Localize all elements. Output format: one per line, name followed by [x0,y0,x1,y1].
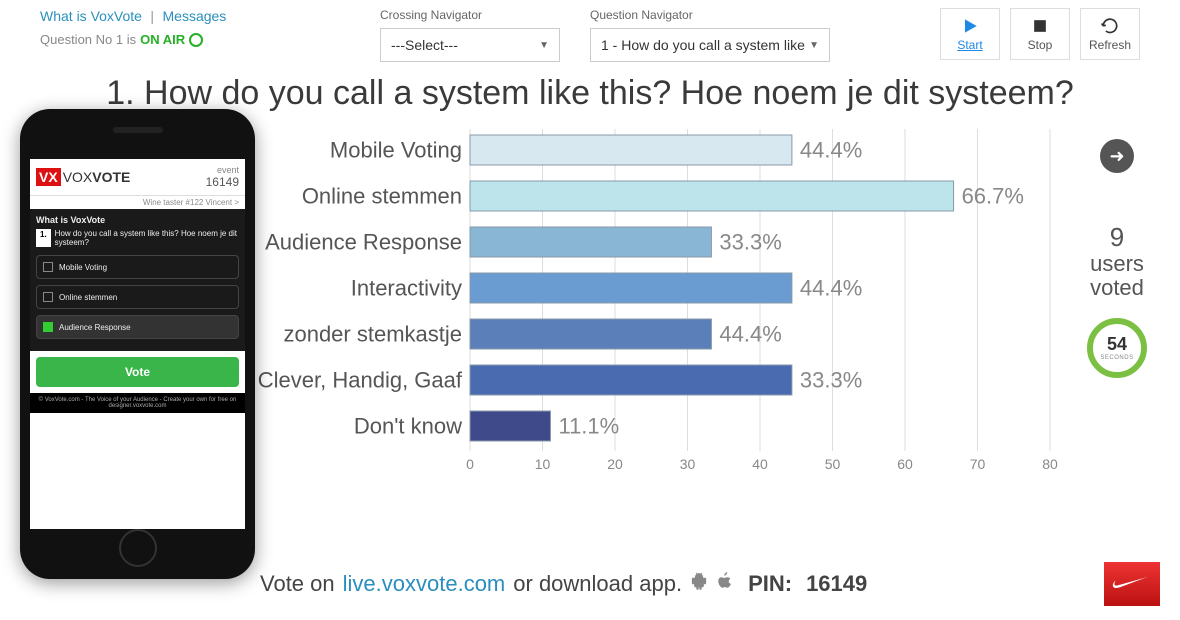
stop-button[interactable]: Stop [1010,8,1070,60]
svg-text:Interactivity: Interactivity [351,276,462,301]
arrow-right-icon: ➜ [1109,146,1124,167]
onair-indicator-icon [189,33,203,47]
pin-label: PIN: [748,571,792,597]
svg-text:44.4%: 44.4% [800,138,862,163]
svg-text:10: 10 [535,456,551,472]
svg-text:20: 20 [607,456,623,472]
phone-question-num: 1. [36,229,51,247]
phone-logo: VXVOXVOTE [36,169,130,185]
svg-text:44.4%: 44.4% [719,322,781,347]
phone-event: event 16149 [206,165,239,189]
svg-text:30: 30 [680,456,696,472]
question-navigator-value: 1 - How do you call a system like [601,37,805,53]
svg-text:11.1%: 11.1% [558,414,619,439]
svg-text:Don't know: Don't know [354,414,462,439]
link-messages[interactable]: Messages [163,8,227,24]
users-count: 9 [1072,223,1162,252]
refresh-icon [1100,16,1120,36]
checkbox-checked-icon [43,322,53,332]
phone-event-label: event [206,165,239,175]
logo-vx: VX [36,168,61,186]
logo-vote: VOTE [92,169,130,185]
next-arrow-button[interactable]: ➜ [1100,139,1134,173]
logo-vox: VOX [63,169,93,185]
phone-question-text: How do you call a system like this? Hoe … [55,229,239,247]
svg-text:Online stemmen: Online stemmen [302,184,462,209]
checkbox-icon [43,262,53,272]
crossing-navigator-select[interactable]: ---Select--- [380,28,560,62]
phone-event-id: 16149 [206,175,239,189]
seconds-label: SECONDS [1100,355,1133,361]
crossing-navigator-label: Crossing Navigator [380,8,560,22]
phone-option-label: Mobile Voting [59,263,107,272]
question-title: 1. How do you call a system like this? H… [0,74,1180,113]
footer-vote-on: Vote on [260,571,335,597]
pin-value: 16149 [806,571,867,597]
svg-text:Clever, Handig, Gaaf: Clever, Handig, Gaaf [258,368,463,393]
svg-text:70: 70 [970,456,986,472]
phone-option: Mobile Voting [36,255,239,279]
stop-icon [1030,16,1050,36]
svg-text:40: 40 [752,456,768,472]
phone-vote-button: Vote [36,357,239,387]
refresh-label: Refresh [1089,38,1131,52]
phone-option: Online stemmen [36,285,239,309]
phone-option-selected: Audience Response [36,315,239,339]
phone-section-title: What is VoxVote [36,215,239,225]
svg-text:Mobile Voting: Mobile Voting [330,138,462,163]
svg-text:33.3%: 33.3% [719,230,781,255]
apple-icon [716,571,734,597]
svg-text:66.7%: 66.7% [962,184,1024,209]
phone-footer: © VoxVote.com - The Voice of your Audien… [30,393,245,413]
phone-subline: Wine taster #122 Vincent > [30,196,245,209]
svg-text:Audience Response: Audience Response [265,230,462,255]
nike-swoosh-icon [1112,574,1152,594]
footer-url[interactable]: live.voxvote.com [343,571,506,597]
phone-option-label: Audience Response [59,323,131,332]
svg-text:60: 60 [897,456,913,472]
checkbox-icon [43,292,53,302]
svg-text:zonder stemkastje: zonder stemkastje [283,322,462,347]
svg-text:80: 80 [1042,456,1058,472]
android-icon [690,571,708,597]
start-button[interactable]: Start [940,8,1000,60]
svg-text:50: 50 [825,456,841,472]
crossing-navigator-value: ---Select--- [391,37,458,53]
question-navigator-label: Question Navigator [590,8,830,22]
phone-option-label: Online stemmen [59,293,117,302]
phone-mockup: VXVOXVOTE event 16149 Wine taster #122 V… [20,109,255,579]
seconds-value: 54 [1107,334,1127,355]
link-what-is[interactable]: What is VoxVote [40,8,142,24]
status-prefix: Question No 1 is [40,32,136,47]
footer-download: or download app. [513,571,682,597]
seconds-ring: 54 SECONDS [1087,318,1147,378]
start-label: Start [957,38,982,52]
users-label: users voted [1072,252,1162,300]
play-icon [960,16,980,36]
status-onair: ON AIR [140,32,185,47]
phone-screen: VXVOXVOTE event 16149 Wine taster #122 V… [30,159,245,529]
svg-text:33.3%: 33.3% [800,368,862,393]
refresh-button[interactable]: Refresh [1080,8,1140,60]
svg-text:44.4%: 44.4% [800,276,862,301]
results-chart: 0 10 20 30 40 50 60 70 80 Mobile Voting 44.4% Onlin… [240,119,1060,519]
users-voted: 9 users voted [1072,223,1162,300]
separator: | [150,8,154,24]
question-navigator-select[interactable]: 1 - How do you call a system like [590,28,830,62]
svg-text:0: 0 [466,456,474,472]
brand-logo [1104,562,1160,606]
stop-label: Stop [1028,38,1053,52]
